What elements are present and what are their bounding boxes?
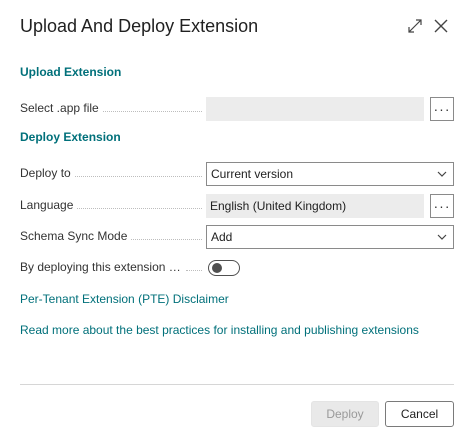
- chevron-down-icon: [437, 171, 447, 177]
- chevron-down-icon: [437, 234, 447, 240]
- language-input[interactable]: English (United Kingdom): [206, 194, 424, 218]
- label-leader-dots: [102, 110, 202, 112]
- language-label: Language: [20, 198, 202, 212]
- select-file-lookup-button[interactable]: ···: [430, 97, 454, 121]
- consent-toggle[interactable]: [208, 260, 240, 276]
- select-file-input[interactable]: [206, 97, 424, 121]
- deploy-extension-heading: Deploy Extension: [20, 130, 121, 144]
- consent-label-text: By deploying this extension yo...: [20, 260, 182, 274]
- deploy-to-label-text: Deploy to: [20, 166, 71, 180]
- cancel-button[interactable]: Cancel: [385, 401, 454, 427]
- dialog-title: Upload And Deploy Extension: [20, 16, 259, 36]
- language-label-text: Language: [20, 198, 74, 212]
- select-file-row: Select .app file ···: [20, 97, 456, 121]
- schema-sync-row: Schema Sync Mode Add: [20, 225, 456, 249]
- close-icon[interactable]: [432, 17, 450, 35]
- deploy-to-value: Current version: [211, 167, 294, 181]
- label-leader-dots: [74, 175, 202, 177]
- label-leader-dots: [186, 269, 202, 271]
- schema-sync-value: Add: [211, 230, 233, 244]
- deploy-to-row: Deploy to Current version: [20, 162, 456, 186]
- upload-extension-heading: Upload Extension: [20, 65, 122, 79]
- label-leader-dots: [131, 238, 202, 240]
- select-file-label-text: Select .app file: [20, 101, 99, 115]
- footer-divider: [20, 384, 454, 385]
- schema-sync-label: Schema Sync Mode: [20, 229, 202, 243]
- schema-sync-label-text: Schema Sync Mode: [20, 229, 128, 243]
- schema-sync-select[interactable]: Add: [206, 225, 454, 249]
- toggle-knob: [212, 263, 222, 273]
- deploy-button[interactable]: Deploy: [311, 401, 379, 427]
- consent-row: By deploying this extension yo...: [20, 256, 456, 280]
- label-leader-dots: [77, 207, 202, 209]
- deploy-to-label: Deploy to: [20, 166, 202, 180]
- consent-label: By deploying this extension yo...: [20, 260, 202, 274]
- best-practices-link[interactable]: Read more about the best practices for i…: [20, 323, 419, 337]
- pte-disclaimer-link[interactable]: Per-Tenant Extension (PTE) Disclaimer: [20, 292, 229, 306]
- select-file-label: Select .app file: [20, 101, 202, 115]
- deploy-to-select[interactable]: Current version: [206, 162, 454, 186]
- expand-arrows-icon[interactable]: [406, 17, 424, 35]
- language-lookup-button[interactable]: ···: [430, 194, 454, 218]
- upload-deploy-dialog: Upload And Deploy Extension Upload Exten…: [0, 0, 474, 447]
- language-row: Language English (United Kingdom) ···: [20, 194, 456, 218]
